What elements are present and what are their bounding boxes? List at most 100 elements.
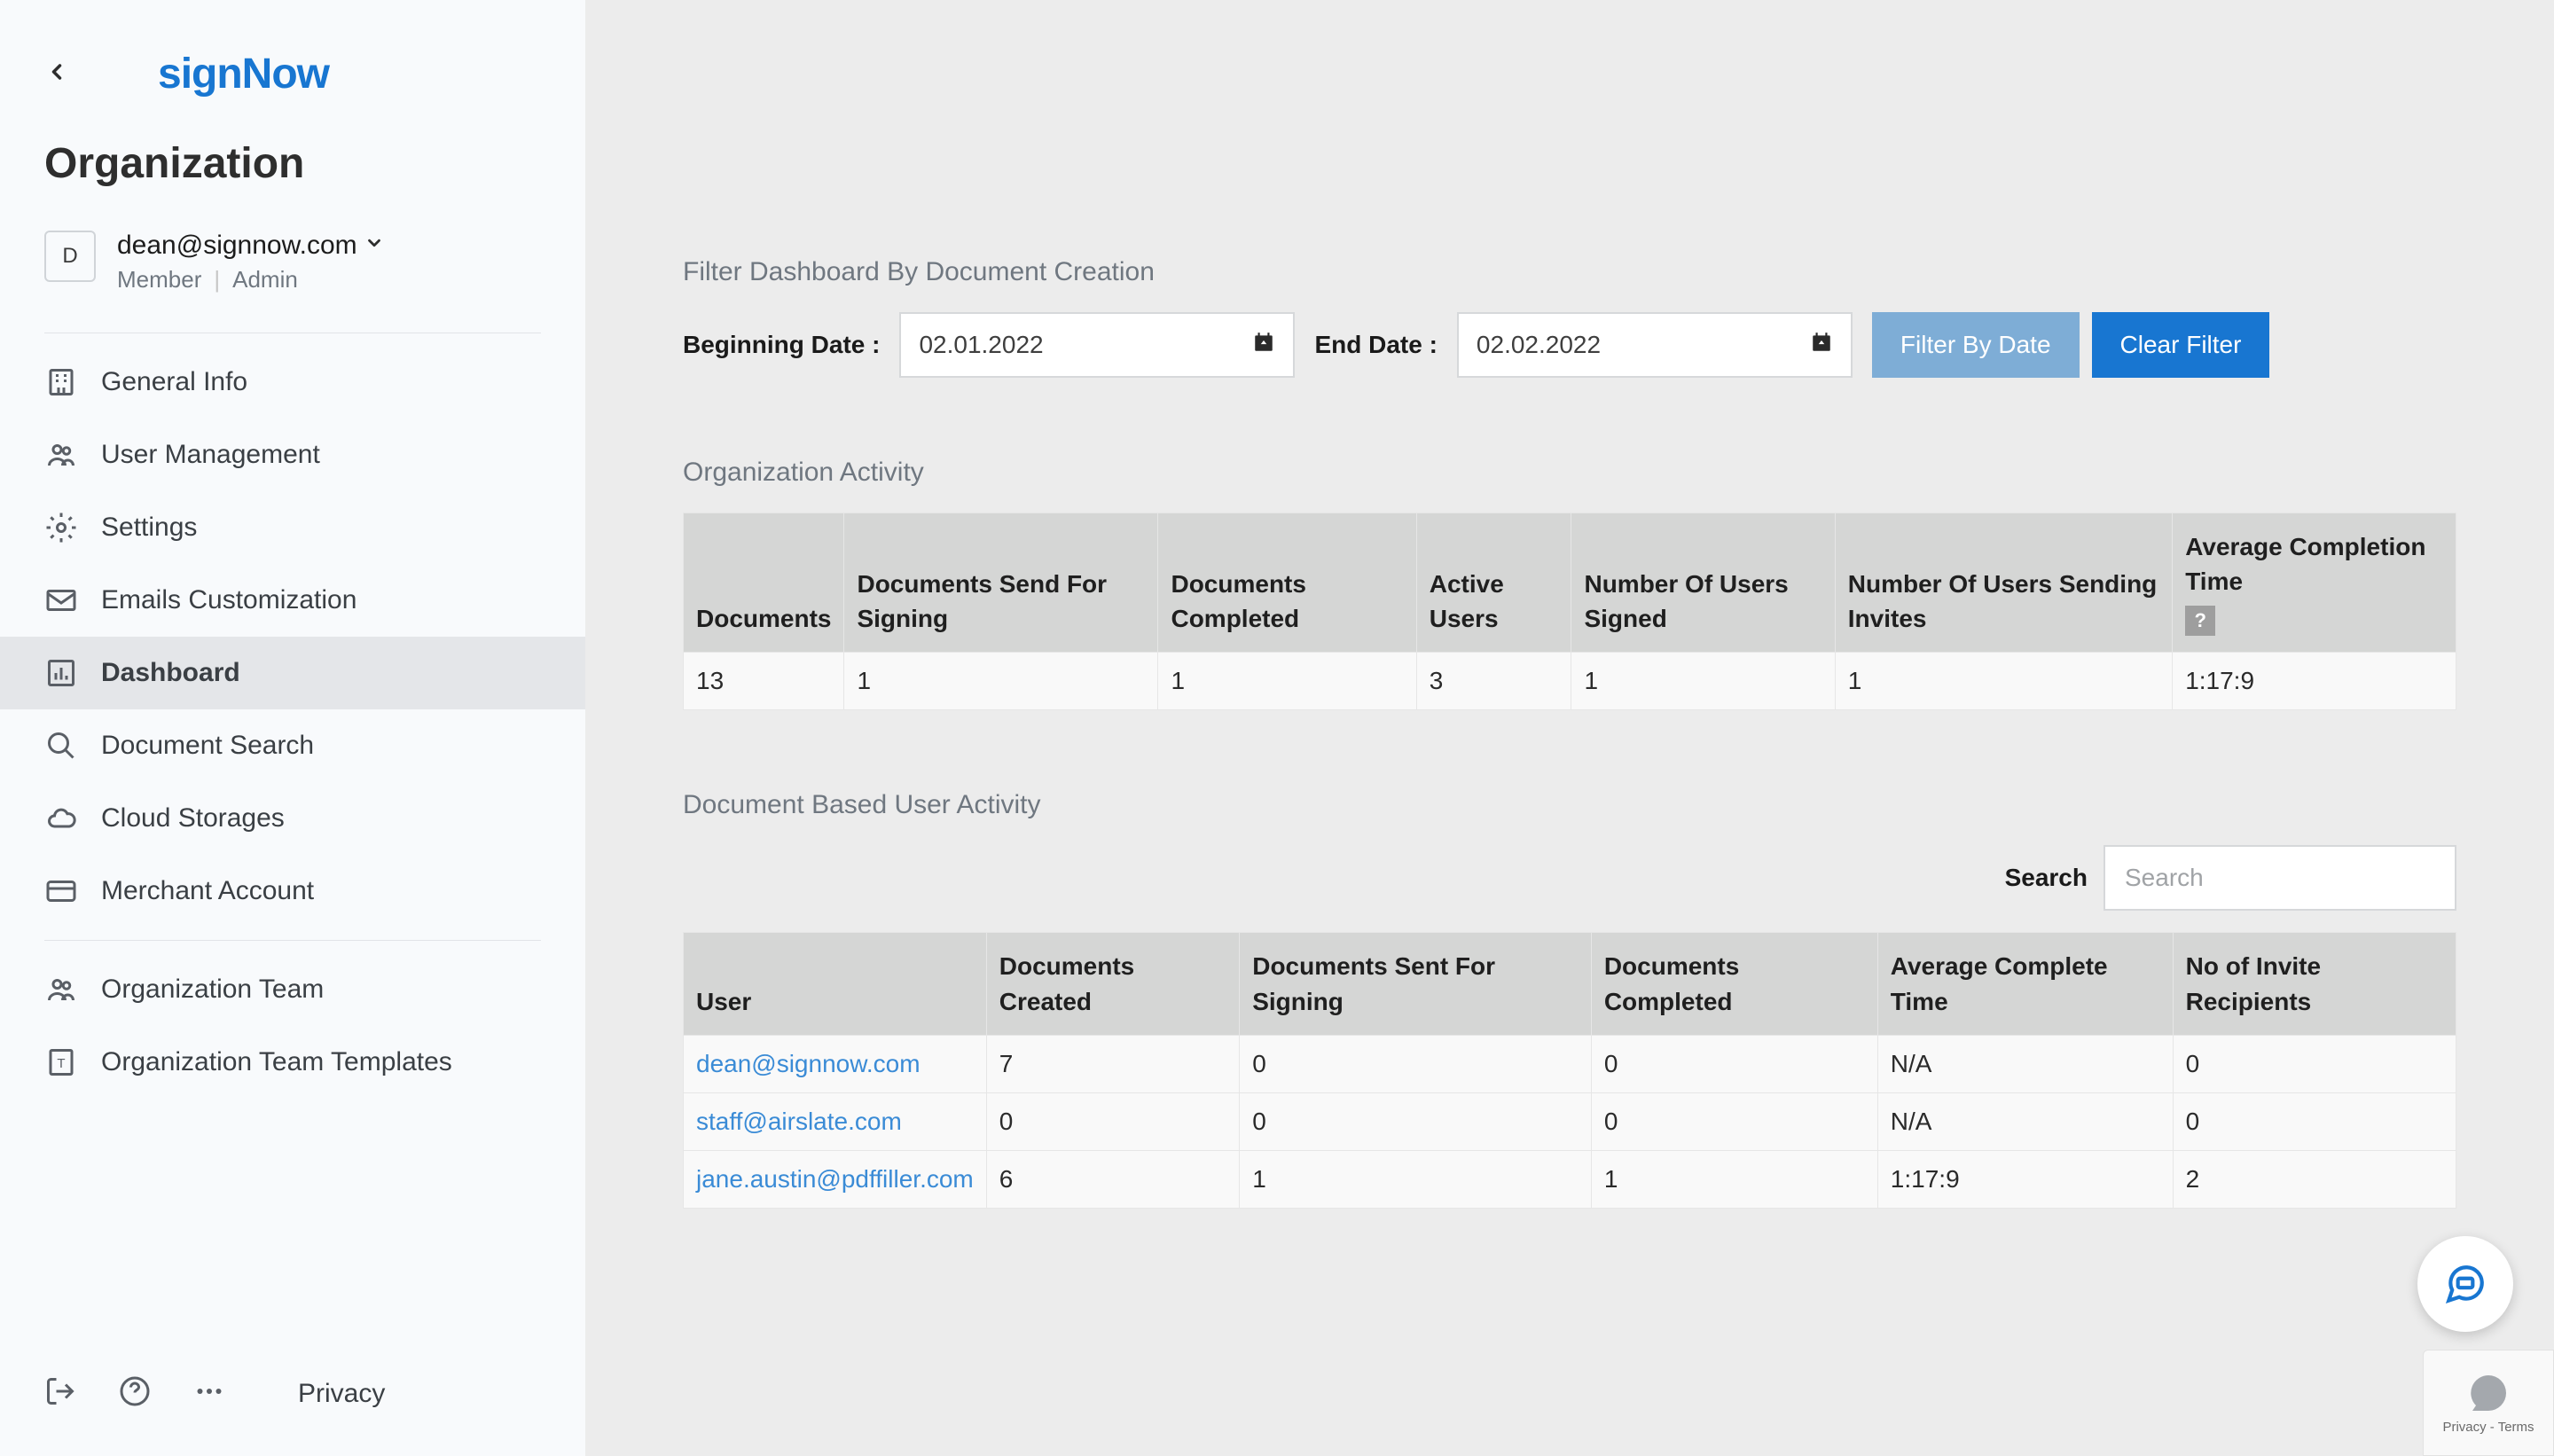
cell-recipients: 0 — [2173, 1092, 2456, 1150]
nav-item-label: User Management — [101, 440, 320, 470]
main-content: Filter Dashboard By Document Creation Be… — [585, 0, 2554, 1456]
cell-active-users: 3 — [1416, 653, 1571, 710]
beginning-date-value: 02.01.2022 — [919, 331, 1043, 359]
nav-general-info[interactable]: General Info — [0, 346, 585, 419]
help-badge-icon[interactable]: ? — [2185, 606, 2215, 636]
cell-sent: 1 — [1240, 1150, 1592, 1208]
cell-recipients: 0 — [2173, 1035, 2456, 1092]
nav-secondary: Organization Team T Organization Team Te… — [0, 953, 585, 1099]
mail-icon — [44, 583, 78, 617]
th-user: User — [684, 933, 987, 1035]
th-recipients: No of Invite Recipients — [2173, 933, 2456, 1035]
nav-item-label: Organization Team — [101, 975, 324, 1005]
avatar: D — [44, 231, 96, 282]
user-activity-table: User Documents Created Documents Sent Fo… — [683, 932, 2456, 1208]
cell-completed: 0 — [1591, 1092, 1877, 1150]
calendar-icon — [1810, 331, 1833, 360]
cloud-icon — [44, 802, 78, 835]
nav-emails-customization[interactable]: Emails Customization — [0, 564, 585, 637]
cell-completed: 0 — [1591, 1035, 1877, 1092]
th-avg-completion: Average Completion Time ? — [2173, 513, 2456, 653]
org-activity-label: Organization Activity — [683, 458, 2456, 488]
building-icon — [44, 365, 78, 399]
search-input[interactable] — [2104, 845, 2456, 911]
chat-fab-button[interactable] — [2417, 1236, 2513, 1332]
cell-user-link[interactable]: staff@airslate.com — [684, 1092, 987, 1150]
back-button[interactable] — [44, 59, 69, 89]
nav-organization-team-templates[interactable]: T Organization Team Templates — [0, 1026, 585, 1099]
nav-cloud-storages[interactable]: Cloud Storages — [0, 782, 585, 855]
table-row: staff@airslate.com 0 0 0 N/A 0 — [684, 1092, 2456, 1150]
end-date-input[interactable]: 02.02.2022 — [1457, 312, 1853, 378]
card-icon — [44, 874, 78, 908]
page-title: Organization — [0, 134, 585, 215]
logout-icon[interactable] — [44, 1375, 76, 1412]
end-date-value: 02.02.2022 — [1477, 331, 1601, 359]
recaptcha-privacy: Privacy — [2442, 1420, 2486, 1435]
user-roles: Member | Admin — [117, 266, 384, 294]
nav-item-label: General Info — [101, 367, 247, 397]
nav-settings[interactable]: Settings — [0, 491, 585, 564]
help-icon[interactable] — [119, 1375, 151, 1412]
search-icon — [44, 729, 78, 763]
search-row: Search — [683, 845, 2456, 911]
clear-filter-button[interactable]: Clear Filter — [2092, 312, 2270, 378]
beginning-date-label: Beginning Date : — [683, 331, 880, 359]
calendar-icon — [1252, 331, 1275, 360]
divider — [44, 940, 541, 941]
th-created: Documents Created — [986, 933, 1239, 1035]
more-icon[interactable] — [193, 1375, 225, 1412]
th-send-for-signing: Documents Send For Signing — [844, 513, 1158, 653]
nav-item-label: Document Search — [101, 731, 314, 761]
svg-text:T: T — [57, 1056, 65, 1071]
filter-section-label: Filter Dashboard By Document Creation — [683, 257, 2456, 287]
table-row: dean@signnow.com 7 0 0 N/A 0 — [684, 1035, 2456, 1092]
gear-icon — [44, 511, 78, 544]
cell-created: 0 — [986, 1092, 1239, 1150]
avg-completion-label: Average Completion Time — [2185, 529, 2443, 599]
cell-avg-time: N/A — [1877, 1035, 2173, 1092]
cell-documents: 13 — [684, 653, 844, 710]
nav-user-management[interactable]: User Management — [0, 419, 585, 491]
nav-document-search[interactable]: Document Search — [0, 709, 585, 782]
nav-dashboard[interactable]: Dashboard — [0, 637, 585, 709]
user-email-dropdown[interactable]: dean@signnow.com — [117, 231, 384, 261]
nav-item-label: Dashboard — [101, 658, 240, 688]
nav-item-label: Merchant Account — [101, 876, 314, 906]
nav-item-label: Settings — [101, 513, 197, 543]
th-users-signed: Number Of Users Signed — [1571, 513, 1835, 653]
filter-row: Beginning Date : 02.01.2022 End Date : 0… — [683, 312, 2456, 378]
nav-item-label: Cloud Storages — [101, 803, 285, 834]
cell-recipients: 2 — [2173, 1150, 2456, 1208]
recaptcha-badge[interactable]: Privacy - Terms — [2423, 1350, 2554, 1456]
cell-user-link[interactable]: jane.austin@pdffiller.com — [684, 1150, 987, 1208]
th-avg-time: Average Complete Time — [1877, 933, 2173, 1035]
end-date-label: End Date : — [1314, 331, 1437, 359]
cell-created: 7 — [986, 1035, 1239, 1092]
chevron-down-icon — [364, 233, 384, 259]
nav-item-label: Emails Customization — [101, 585, 356, 615]
privacy-link[interactable]: Privacy — [298, 1379, 385, 1409]
sidebar-header: signNow — [0, 0, 585, 134]
cell-avg-time: 1:17:9 — [1877, 1150, 2173, 1208]
cell-created: 6 — [986, 1150, 1239, 1208]
cell-user-link[interactable]: dean@signnow.com — [684, 1035, 987, 1092]
cell-avg-completion: 1:17:9 — [2173, 653, 2456, 710]
team-icon — [44, 973, 78, 1006]
brand-logo[interactable]: signNow — [158, 50, 329, 98]
search-label: Search — [2005, 864, 2088, 892]
users-icon — [44, 438, 78, 472]
cell-users-signed: 1 — [1571, 653, 1835, 710]
table-row: jane.austin@pdffiller.com 6 1 1 1:17:9 2 — [684, 1150, 2456, 1208]
sidebar-footer: Privacy — [0, 1331, 585, 1456]
cell-send-for-signing: 1 — [844, 653, 1158, 710]
th-users-sending-invites: Number Of Users Sending Invites — [1835, 513, 2172, 653]
nav-merchant-account[interactable]: Merchant Account — [0, 855, 585, 928]
chart-icon — [44, 656, 78, 690]
nav-organization-team[interactable]: Organization Team — [0, 953, 585, 1026]
nav-primary: General Info User Management Settings Em… — [0, 346, 585, 928]
user-role-member: Member — [117, 266, 201, 294]
beginning-date-input[interactable]: 02.01.2022 — [899, 312, 1295, 378]
filter-by-date-button[interactable]: Filter By Date — [1872, 312, 2080, 378]
cell-completed: 1 — [1158, 653, 1416, 710]
